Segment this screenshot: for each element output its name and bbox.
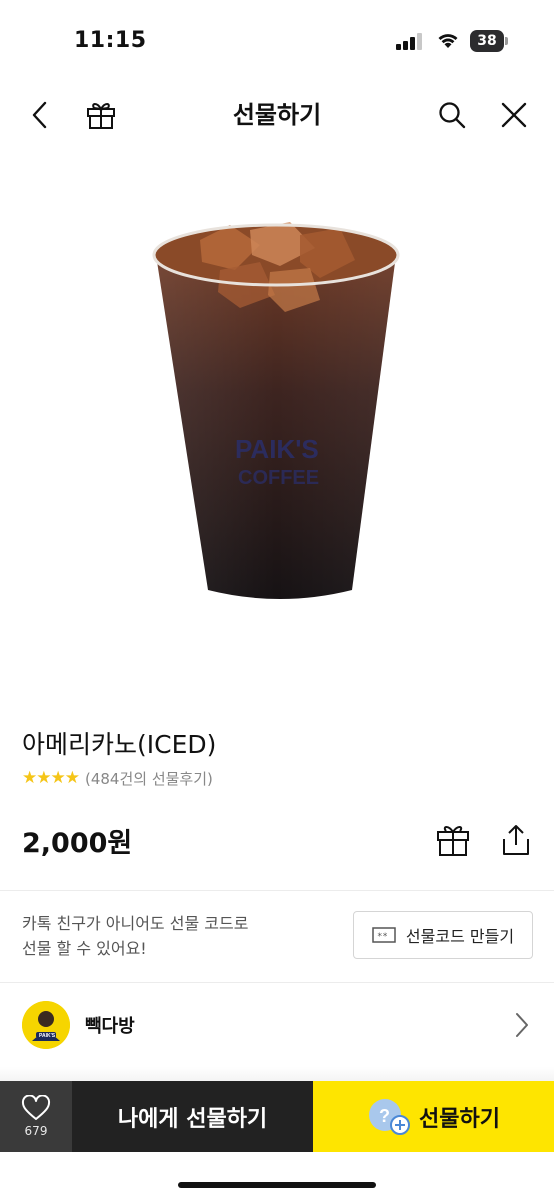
battery-indicator: 38 <box>470 30 508 52</box>
share-button[interactable] <box>496 820 536 860</box>
share-icon <box>503 825 529 855</box>
close-button[interactable] <box>489 80 539 150</box>
gift-code-text-line1: 카톡 친구가 아니어도 선물 코드로 <box>22 914 249 933</box>
create-gift-code-button[interactable]: ** 선물코드 만들기 <box>353 911 533 959</box>
ticket-icon: ** <box>372 927 396 943</box>
back-button[interactable] <box>15 80 65 150</box>
friend-add-icon: ? <box>369 1098 411 1135</box>
review-count: (484건의 선물후기) <box>84 769 213 788</box>
gift-to-self-button[interactable]: 나에게 선물하기 <box>72 1081 313 1152</box>
gift-code-description: 카톡 친구가 아니어도 선물 코드로 선물 할 수 있어요! <box>22 911 248 961</box>
status-time: 11:15 <box>74 28 147 53</box>
svg-text:PAIK'S: PAIK'S <box>39 1033 56 1039</box>
heart-icon <box>21 1095 51 1120</box>
like-button[interactable]: 679 <box>0 1081 72 1152</box>
svg-text:?: ? <box>379 1106 390 1126</box>
rating-stars: ★★★★ <box>22 768 80 788</box>
home-area <box>0 1152 554 1200</box>
product-price: 2,000원 <box>22 828 133 859</box>
create-gift-code-label: 선물코드 만들기 <box>405 927 515 946</box>
status-bar: 11:15 38 <box>0 0 554 80</box>
rating-row[interactable]: ★★★★ (484건의 선물후기) <box>22 767 213 789</box>
gift-button-label: 선물하기 <box>419 1106 500 1132</box>
cellular-signal-icon <box>396 33 422 50</box>
battery-level: 38 <box>477 33 497 49</box>
top-nav: 선물하기 <box>0 80 554 150</box>
bottom-shade <box>0 1067 554 1081</box>
gift-box-button[interactable] <box>433 820 473 860</box>
product-name: 아메리카노(ICED) <box>22 730 217 759</box>
product-image: PAIK'S COFFEE <box>152 222 400 599</box>
brand-row[interactable]: PAIK'S 빽다방 <box>0 983 554 1067</box>
svg-text:**: ** <box>377 932 388 942</box>
close-icon <box>501 102 527 128</box>
bottom-action-bar: 679 나에게 선물하기 ? 선물하기 <box>0 1081 554 1152</box>
gift-code-text-line2: 선물 할 수 있어요! <box>22 939 147 958</box>
home-indicator[interactable] <box>178 1182 376 1188</box>
search-button[interactable] <box>427 80 477 150</box>
search-icon <box>439 102 466 129</box>
gift-icon <box>87 103 115 129</box>
chevron-left-icon <box>32 101 47 129</box>
svg-text:PAIK'S: PAIK'S <box>235 434 319 464</box>
brand-logo: PAIK'S <box>22 1001 70 1049</box>
brand-name: 빽다방 <box>85 1016 135 1037</box>
gift-button[interactable]: ? 선물하기 <box>313 1081 554 1152</box>
like-count: 679 <box>24 1124 48 1138</box>
svg-text:COFFEE: COFFEE <box>238 467 319 489</box>
gift-home-button[interactable] <box>76 80 126 150</box>
wifi-icon <box>438 34 458 48</box>
divider <box>0 890 554 891</box>
chevron-right-icon <box>516 1013 528 1037</box>
gift-box-icon <box>437 826 469 856</box>
